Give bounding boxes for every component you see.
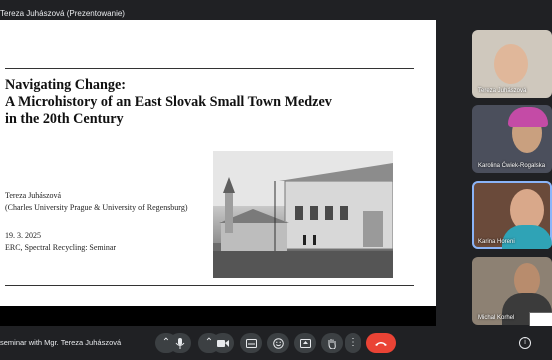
participant-name: Michal Korhel — [478, 315, 515, 321]
raise-hand-icon — [328, 338, 336, 349]
present-button[interactable] — [294, 333, 316, 353]
slide-title: Navigating Change: A Microhistory of an … — [5, 77, 415, 128]
meeting-info-button[interactable]: i — [519, 337, 531, 349]
emoji-icon — [272, 337, 284, 349]
author-name: Tereza Juhászová — [5, 191, 62, 200]
participant-tile[interactable]: Tereza Juhászová — [472, 30, 552, 98]
slide-title-line: A Microhistory of an East Slovak Small T… — [5, 94, 332, 110]
participant-name: Tereza Juhászová — [478, 88, 527, 94]
participant-shirt — [502, 225, 552, 249]
hang-up-icon — [375, 341, 387, 346]
event-block: 19. 3. 2025 ERC, Spectral Recycling: Sem… — [5, 230, 116, 254]
participant-tile[interactable]: Karolina Ćwiek-Rogalska — [472, 105, 552, 173]
event-name: ERC, Spectral Recycling: Seminar — [5, 243, 117, 252]
participant-name: Karina Horeni — [478, 239, 515, 245]
slide-top-rule — [5, 68, 414, 69]
info-icon: i — [524, 339, 526, 346]
bottom-control-bar: seminar with Mgr. Tereza Juhászová ⌃ ⌃ ⋮ — [0, 326, 552, 360]
participant-hair — [508, 107, 548, 127]
emoji-button[interactable] — [267, 333, 289, 353]
captions-icon — [245, 338, 257, 348]
camera-icon — [217, 339, 229, 347]
more-options-icon: ⋮ — [348, 337, 358, 348]
participant-tile[interactable]: Karina Horeni — [472, 181, 552, 249]
presenter-label: Tereza Juhászová (Prezentowanie) — [0, 9, 125, 18]
slide-title-line: Navigating Change: — [5, 77, 126, 93]
presentation-slide: Navigating Change: A Microhistory of an … — [0, 20, 436, 306]
participant-face — [514, 263, 540, 297]
more-options-button[interactable]: ⋮ — [345, 333, 361, 353]
town-photo — [213, 151, 393, 278]
author-block: Tereza Juhászová (Charles University Pra… — [5, 190, 187, 214]
raise-hand-button[interactable] — [321, 333, 343, 353]
captions-button[interactable] — [240, 333, 262, 353]
leave-call-button[interactable] — [366, 333, 396, 353]
slide-bottom-rule — [5, 285, 414, 286]
camera-button[interactable] — [212, 333, 234, 353]
meeting-name: seminar with Mgr. Tereza Juhászová — [0, 338, 122, 347]
slide-title-line: in the 20th Century — [5, 111, 124, 127]
microphone-icon — [175, 337, 185, 349]
author-affiliation: (Charles University Prague & University … — [5, 203, 188, 212]
present-icon — [299, 338, 311, 348]
participant-face — [494, 44, 528, 84]
microphone-button[interactable] — [169, 333, 191, 353]
participant-name: Karolina Ćwiek-Rogalska — [478, 163, 546, 169]
event-date: 19. 3. 2025 — [5, 231, 41, 240]
